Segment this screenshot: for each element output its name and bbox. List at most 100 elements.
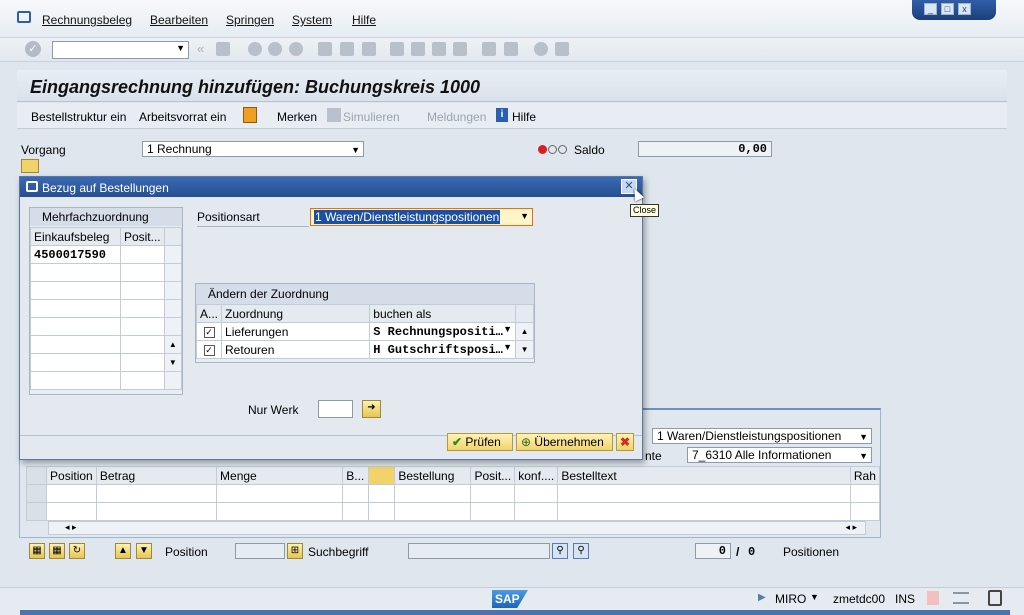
position-field[interactable] (235, 543, 285, 559)
checkbox-checked-icon[interactable]: ✓ (203, 344, 215, 356)
scrollbar-cell[interactable] (163, 263, 183, 282)
back-icon[interactable] (248, 42, 262, 56)
table-cell[interactable] (342, 484, 370, 503)
column-header[interactable]: Posit... (470, 466, 516, 485)
save-icon[interactable] (216, 42, 230, 56)
sort-descending-icon[interactable]: ▼ (136, 543, 152, 559)
column-settings-icon[interactable] (163, 227, 183, 246)
column-header[interactable]: konf.... (514, 466, 559, 485)
table-cell[interactable] (119, 281, 165, 300)
column-header[interactable]: Zuordnung (221, 304, 371, 323)
suchbegriff-field[interactable] (408, 543, 550, 559)
lower-positionsart-select[interactable]: 1 Waren/Dienstleistungspositionen ▼ (652, 428, 872, 444)
last-page-icon[interactable] (453, 42, 467, 56)
print-icon[interactable] (318, 42, 332, 56)
table-cell[interactable] (342, 502, 370, 521)
table-cell[interactable] (119, 317, 165, 336)
merken-button[interactable]: Merken (277, 110, 317, 124)
menu-rechnungsbeleg[interactable]: Rechnungsbeleg (42, 13, 132, 27)
menu-system[interactable]: System (292, 13, 332, 27)
horizontal-scrollbar[interactable]: ◂ ▸ ◂ ▸ (48, 521, 866, 535)
chevron-down-icon[interactable]: ▼ (503, 324, 512, 334)
find-next-icon[interactable]: ⚲ (573, 543, 589, 559)
menu-springen[interactable]: Springen (226, 13, 274, 27)
table-cell[interactable] (30, 353, 121, 372)
play-icon[interactable]: ▶ (758, 592, 766, 603)
table-cell[interactable] (119, 335, 165, 354)
positionsart-select[interactable]: 1 Waren/Dienstleistungspositionen ▼ (310, 208, 533, 226)
table-cell[interactable] (119, 245, 165, 264)
einkaufsbeleg-cell[interactable]: 4500017590 (30, 245, 121, 264)
previous-page-icon[interactable] (411, 42, 425, 56)
layout-icon[interactable] (555, 42, 569, 56)
cancel-icon[interactable] (289, 42, 303, 56)
select-all-icon[interactable]: ▦ (29, 543, 45, 559)
buchen-als-select[interactable]: S Rechnungspositi… ▼ (369, 322, 517, 341)
column-header[interactable]: Rah (849, 466, 881, 485)
scrollbar-cell[interactable] (163, 317, 183, 336)
table-cell[interactable] (557, 502, 851, 521)
help-icon[interactable] (534, 42, 548, 56)
settings-icon[interactable] (953, 592, 969, 604)
table-cell[interactable] (30, 263, 121, 282)
scroll-left-icon[interactable]: ◂ ▸ (65, 522, 77, 533)
chevron-down-icon[interactable]: ▼ (859, 449, 868, 463)
table-cell[interactable] (557, 484, 851, 503)
input-mode[interactable]: INS (895, 592, 915, 606)
nur-werk-field[interactable] (318, 400, 353, 418)
chevron-down-icon[interactable]: ▼ (351, 143, 360, 157)
table-cell[interactable] (46, 484, 97, 503)
table-cell[interactable] (470, 484, 516, 503)
row-selector[interactable] (25, 484, 48, 503)
table-cell[interactable] (849, 502, 881, 521)
info-icon[interactable]: i (496, 108, 508, 122)
layout-select[interactable]: 7_6310 Alle Informationen ▼ (687, 447, 872, 463)
scrollbar-cell[interactable] (163, 245, 183, 264)
enter-icon[interactable]: ✓ (25, 41, 41, 57)
clipboard-icon[interactable] (243, 107, 257, 123)
column-header[interactable]: Einkaufsbeleg (30, 227, 121, 246)
column-header[interactable]: Bestellung (394, 466, 472, 485)
table-cell[interactable] (394, 502, 472, 521)
chevron-down-icon[interactable]: ▼ (176, 43, 185, 53)
row-checkbox[interactable]: ✓ (195, 340, 223, 359)
buchen-als-select[interactable]: H Gutschriftsposi… ▼ (369, 340, 517, 359)
find-icon[interactable] (340, 42, 354, 56)
column-header[interactable]: Bestelltext (557, 466, 851, 485)
table-cell[interactable] (119, 371, 165, 390)
command-field[interactable]: ▼ (52, 41, 189, 59)
column-header[interactable]: B... (342, 466, 370, 485)
table-cell[interactable] (46, 502, 97, 521)
table-cell[interactable] (368, 502, 396, 521)
first-page-icon[interactable] (390, 42, 404, 56)
close-window-icon[interactable]: x (958, 3, 971, 15)
bestellstruktur-button[interactable]: Bestellstruktur ein (31, 110, 126, 124)
next-page-icon[interactable] (432, 42, 446, 56)
table-cell[interactable] (514, 484, 559, 503)
table-cell[interactable] (30, 371, 121, 390)
row-selector[interactable] (25, 502, 48, 521)
scrollbar-cell[interactable] (163, 299, 183, 318)
shortcut-icon[interactable] (504, 42, 518, 56)
checkbox-checked-icon[interactable]: ✓ (203, 326, 215, 338)
vorgang-select[interactable]: 1 Rechnung ▼ (142, 141, 364, 157)
new-session-icon[interactable] (482, 42, 496, 56)
table-cell[interactable] (216, 502, 344, 521)
column-header[interactable]: Position (46, 466, 97, 485)
table-cell[interactable] (30, 317, 121, 336)
table-cell[interactable] (470, 502, 516, 521)
transaction-code[interactable]: MIRO (775, 592, 806, 606)
menu-icon[interactable] (17, 11, 31, 23)
chevron-down-icon[interactable]: ▼ (520, 211, 529, 221)
pruefen-button[interactable]: ✔ Prüfen (447, 433, 513, 451)
scroll-right-icon[interactable]: ◂ ▸ (845, 522, 857, 533)
deselect-all-icon[interactable]: ▦ (49, 543, 65, 559)
uebernehmen-button[interactable]: ⊕ Übernehmen (516, 433, 613, 451)
refresh-icon[interactable]: ↻ (69, 543, 85, 559)
row-selector-header[interactable] (25, 466, 48, 485)
search-term-icon[interactable]: ⊞ (287, 543, 303, 559)
scroll-down-icon[interactable]: ▼ (515, 340, 534, 359)
scroll-up-icon[interactable]: ▲ (163, 335, 183, 354)
execute-arrow-icon[interactable]: ➜ (362, 400, 381, 418)
table-cell[interactable] (119, 263, 165, 282)
